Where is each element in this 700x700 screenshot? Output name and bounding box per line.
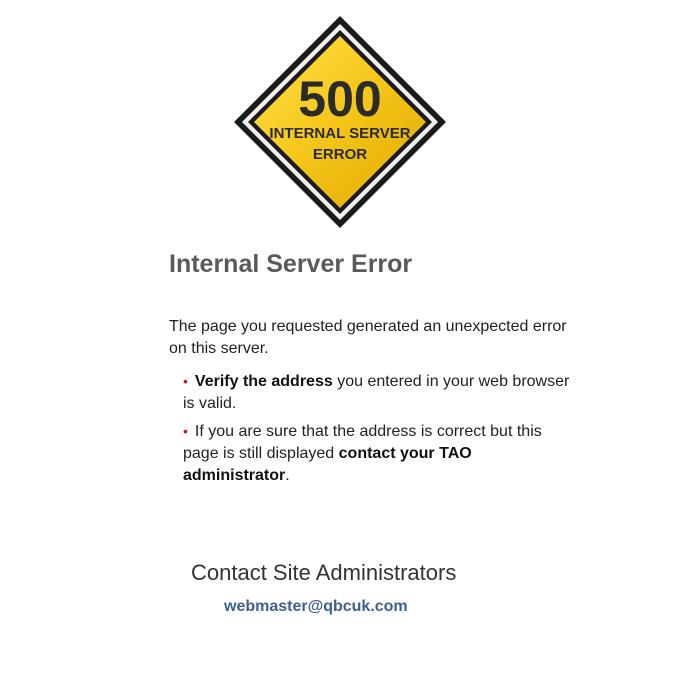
sign-line1: INTERNAL SERVER xyxy=(269,125,410,142)
tip-bold-text: Verify the address xyxy=(194,373,333,390)
contact-heading: Contact Site Administrators xyxy=(191,560,457,585)
sign-code: 500 xyxy=(298,71,381,127)
bullet-icon: • xyxy=(183,373,188,389)
error-description: The page you requested generated an unex… xyxy=(169,318,567,357)
tip-text-end: . xyxy=(285,467,290,484)
list-item: • Verify the address you entered in your … xyxy=(183,370,573,415)
sign-line2: ERROR xyxy=(313,146,367,163)
webmaster-email-link[interactable]: webmaster@qbcuk.com xyxy=(224,598,408,616)
list-item: • If you are sure that the address is cor… xyxy=(183,420,573,487)
tips-list: • Verify the address you entered in your … xyxy=(183,370,573,492)
page-title: Internal Server Error xyxy=(169,250,413,278)
warning-sign-image: 500 INTERNAL SERVER ERROR xyxy=(232,14,448,230)
bullet-icon: • xyxy=(183,423,188,439)
error-page: 500 INTERNAL SERVER ERROR Internal Serve… xyxy=(0,0,700,700)
